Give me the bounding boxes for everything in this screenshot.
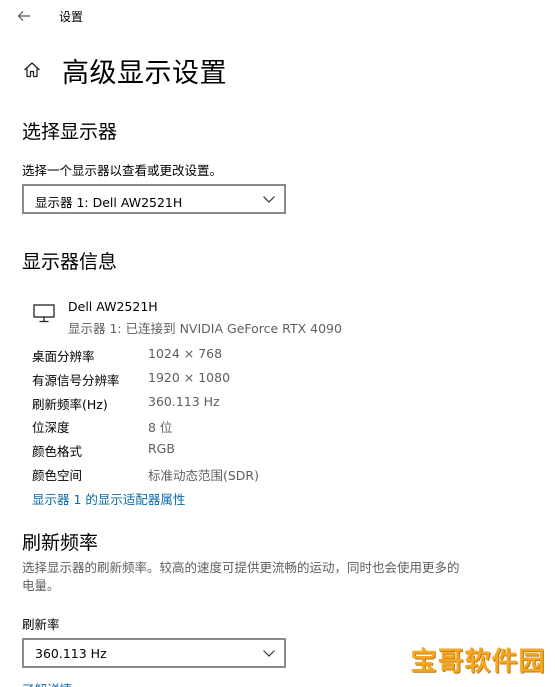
display-info-table: 桌面分辨率 1024 × 768 有源信号分辨率 1920 × 1080 刷新频… [32,346,352,489]
info-row: 桌面分辨率 1024 × 768 [32,346,352,370]
monitor-connection: 显示器 1: 已连接到 NVIDIA GeForce RTX 4090 [68,321,342,336]
info-label: 有源信号分辨率 [32,372,120,388]
window-title: 设置 [59,10,84,24]
select-display-heading: 选择显示器 [22,121,118,143]
info-row: 位深度 8 位 [32,417,352,441]
info-row: 刷新频率(Hz) 360.113 Hz [32,394,352,418]
info-row: 颜色格式 RGB [32,441,352,465]
back-button[interactable] [10,4,38,28]
home-icon[interactable] [22,60,42,80]
info-label: 颜色格式 [32,444,83,460]
display-select[interactable]: 显示器 1: Dell AW2521H [22,184,286,214]
refresh-rate-heading: 刷新频率 [22,532,99,554]
refresh-rate-label: 刷新率 [22,617,60,632]
display-info-heading: 显示器信息 [22,251,118,273]
display-select-value: 显示器 1: Dell AW2521H [35,195,183,210]
adapter-properties-link[interactable]: 显示器 1 的显示适配器属性 [32,489,185,508]
title-bar: 设置 [0,0,555,32]
monitor-icon [33,304,55,323]
info-value: 360.113 Hz [148,393,220,409]
chevron-down-icon [263,650,275,657]
monitor-name: Dell AW2521H [68,299,158,314]
info-label: 位深度 [32,420,70,436]
learn-more-link[interactable]: 了解详情 [22,679,72,687]
info-row: 颜色空间 标准动态范围(SDR) [32,465,352,489]
watermark-text: 宝哥软件园 [410,646,546,677]
chevron-down-icon [263,196,275,203]
page-title: 高级显示设置 [62,58,227,89]
info-value: 1920 × 1080 [148,369,231,385]
refresh-rate-select[interactable]: 360.113 Hz [22,638,286,668]
back-arrow-icon [17,11,30,21]
info-row: 有源信号分辨率 1920 × 1080 [32,370,352,394]
info-value: 1024 × 768 [148,346,223,361]
info-value: RGB [148,441,175,457]
refresh-rate-value: 360.113 Hz [35,646,107,661]
settings-window: 设置 高级显示设置 选择显示器 选择一个显示器以查看或更改设置。 显示器 1: … [0,0,555,687]
info-value: 标准动态范围(SDR) [148,467,259,483]
refresh-rate-description: 选择显示器的刷新频率。较高的速度可提供更流畅的运动，同时也会使用更多的电量。 [22,560,460,593]
info-label: 刷新频率(Hz) [32,396,108,412]
select-display-description: 选择一个显示器以查看或更改设置。 [22,163,223,178]
site-watermark: 宝哥软件园 [405,636,551,682]
info-value: 8 位 [148,420,173,436]
info-label: 桌面分辨率 [32,349,95,364]
info-label: 颜色空间 [32,467,83,483]
